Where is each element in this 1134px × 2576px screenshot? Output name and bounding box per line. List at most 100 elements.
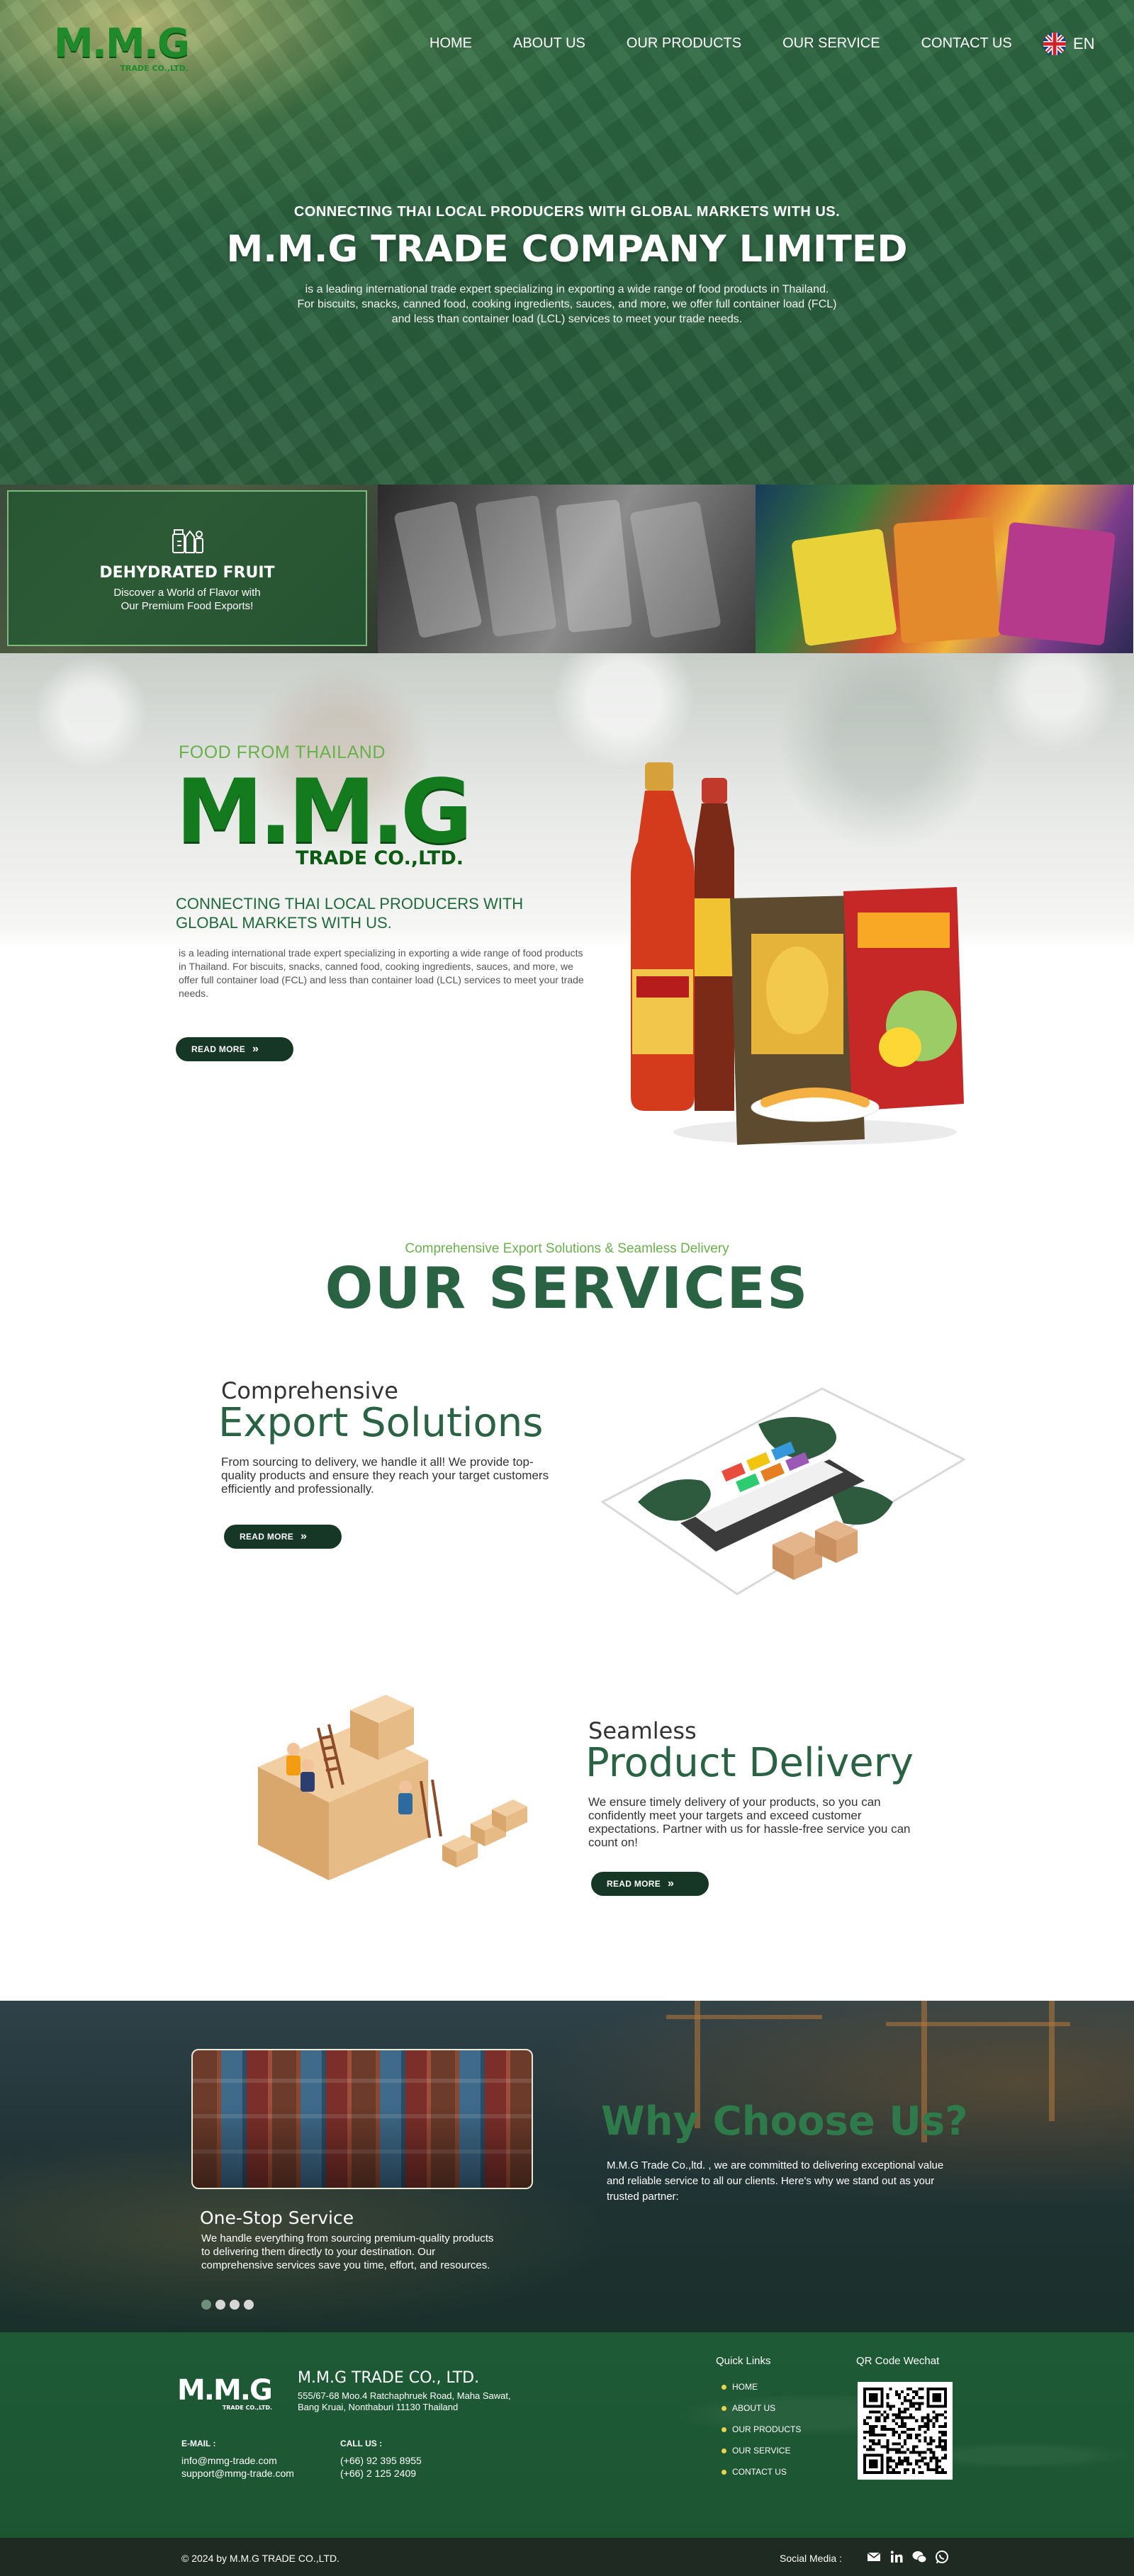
footer-logo-text: M.M.G: [177, 2374, 273, 2407]
quick-link-contact-us[interactable]: CONTACT US: [722, 2461, 801, 2482]
language-label: EN: [1073, 35, 1095, 52]
wechat-qr-code: [858, 2382, 953, 2480]
why-item-title: One-Stop Service: [200, 2208, 354, 2228]
hero-title: M.M.G TRADE COMPANY LIMITED: [226, 228, 908, 271]
snack-pack-image: [475, 495, 557, 638]
quick-links-title: Quick Links: [716, 2355, 771, 2367]
quick-link-label: HOME: [732, 2382, 758, 2392]
snack-pack-image: [893, 516, 1001, 644]
carousel-dot[interactable]: [201, 2300, 211, 2310]
bullet-icon: [722, 2384, 726, 2390]
phone-link[interactable]: (+66) 92 395 8955: [340, 2454, 422, 2467]
nav-contact-us[interactable]: CONTACT US: [921, 35, 1012, 52]
world-map-background: [0, 2332, 1134, 2538]
bullet-icon: [722, 2405, 726, 2411]
strip-title: DEHYDRATED FRUIT: [99, 564, 275, 582]
language-switcher[interactable]: EN: [1043, 33, 1095, 55]
carousel-dots: [201, 2300, 254, 2310]
service-1-read-more-button[interactable]: READ MORE »: [224, 1525, 342, 1549]
strip-panel-snack-packs[interactable]: [378, 485, 756, 653]
linkedin-icon[interactable]: [889, 2549, 904, 2565]
quick-link-label: OUR SERVICE: [732, 2446, 791, 2456]
footer-bottom-bar: [0, 2538, 1134, 2576]
nav-our-service[interactable]: OUR SERVICE: [782, 35, 880, 52]
quick-link-label: ABOUT US: [732, 2403, 776, 2413]
quick-link-home[interactable]: HOME: [722, 2376, 801, 2397]
whatsapp-icon[interactable]: [934, 2549, 950, 2565]
about-read-more-button[interactable]: READ MORE »: [176, 1037, 293, 1061]
footer-logo[interactable]: M.M.G TRADE CO.,LTD.: [177, 2376, 274, 2412]
wechat-icon[interactable]: [911, 2549, 927, 2565]
hero-desc-line: is a leading international trade expert …: [305, 283, 829, 295]
product-strip: DEHYDRATED FRUIT Discover a World of Fla…: [0, 485, 1134, 653]
snack-pack-image: [555, 499, 633, 633]
email-link[interactable]: info@mmg-trade.com: [181, 2454, 294, 2467]
service-1-description: From sourcing to delivery, we handle it …: [221, 1455, 549, 1496]
nav-about-us[interactable]: ABOUT US: [513, 35, 585, 52]
service-1-title: Export Solutions: [218, 1400, 544, 1446]
address-line: Bang Kruai, Nonthaburi 11130 Thailand: [298, 2402, 459, 2412]
copyright: © 2024 by M.M.G TRADE CO.,LTD.: [181, 2553, 339, 2564]
double-chevron-right-icon: »: [668, 1877, 675, 1889]
quick-link-label: OUR PRODUCTS: [732, 2424, 802, 2434]
header-logo[interactable]: M.M.G TRADE CO.,LTD.: [54, 21, 190, 77]
nav-our-products[interactable]: OUR PRODUCTS: [627, 35, 741, 52]
carousel-dot[interactable]: [215, 2300, 225, 2310]
strip-desc-line: Our Premium Food Exports!: [120, 600, 254, 612]
footer-company-name: M.M.G TRADE CO., LTD.: [298, 2369, 480, 2387]
export-map-illustration: [600, 1387, 967, 1595]
strip-desc-line: Discover a World of Flavor with: [113, 587, 261, 599]
service-2-read-more-button[interactable]: READ MORE »: [591, 1872, 709, 1896]
about-logo-text: M.M.G: [176, 761, 473, 863]
social-icons: [866, 2549, 950, 2565]
quick-link-label: CONTACT US: [732, 2467, 787, 2477]
why-item-description: We handle everything from sourcing premi…: [201, 2232, 494, 2271]
quick-link-our-service[interactable]: OUR SERVICE: [722, 2440, 801, 2461]
about-kicker: FOOD FROM THAILAND: [179, 742, 386, 762]
carousel-dot[interactable]: [244, 2300, 254, 2310]
why-choose-description: M.M.G Trade Co.,ltd. , we are committed …: [607, 2159, 944, 2203]
bullet-icon: [722, 2427, 726, 2432]
social-media-label: Social Media :: [780, 2553, 842, 2564]
port-crane-image: [666, 2015, 822, 2019]
bullet-icon: [722, 2469, 726, 2475]
snack-pack-image: [393, 500, 483, 639]
carousel-dot[interactable]: [230, 2300, 240, 2310]
snack-pack-image: [998, 521, 1116, 646]
about-logo: M.M.G TRADE CO.,LTD.: [176, 768, 473, 874]
logo-text: M.M.G: [54, 21, 190, 67]
main-nav: HOME ABOUT US OUR PRODUCTS OUR SERVICE C…: [430, 35, 1053, 52]
button-label: READ MORE: [240, 1532, 294, 1542]
logo-subtext: TRADE CO.,LTD.: [120, 64, 189, 73]
strip-panel-dehydrated-fruit[interactable]: DEHYDRATED FRUIT Discover a World of Fla…: [0, 485, 378, 653]
why-choose-title: Why Choose Us?: [601, 2098, 968, 2145]
email-link[interactable]: support@mmg-trade.com: [181, 2467, 294, 2480]
services-kicker: Comprehensive Export Solutions & Seamles…: [405, 1241, 729, 1256]
delivery-boxes-illustration: [258, 1695, 527, 1880]
double-chevron-right-icon: »: [252, 1043, 259, 1055]
photo-shade: [193, 2050, 532, 2188]
email-list: info@mmg-trade.com support@mmg-trade.com: [181, 2454, 294, 2480]
strip-card: DEHYDRATED FRUIT Discover a World of Fla…: [7, 490, 367, 646]
footer-address: 555/67-68 Moo.4 Ratchaphruek Road, Maha …: [298, 2390, 581, 2413]
about-description: is a leading international trade expert …: [179, 947, 584, 999]
hero-description: is a leading international trade expert …: [248, 282, 886, 327]
quick-link-about-us[interactable]: ABOUT US: [722, 2397, 801, 2419]
snack-pack-image: [791, 528, 897, 647]
double-chevron-right-icon: »: [301, 1530, 308, 1542]
address-line: 555/67-68 Moo.4 Ratchaphruek Road, Maha …: [298, 2390, 511, 2401]
container-port-photo: [191, 2049, 533, 2189]
mail-icon[interactable]: [866, 2549, 882, 2565]
phone-link[interactable]: (+66) 2 125 2409: [340, 2467, 422, 2480]
quick-links-list: HOME ABOUT US OUR PRODUCTS OUR SERVICE C…: [722, 2376, 801, 2482]
qr-code-icon: [863, 2388, 947, 2474]
nav-home[interactable]: HOME: [430, 35, 472, 52]
hero-desc-line: For biscuits, snacks, canned food, cooki…: [297, 298, 837, 310]
quick-link-our-products[interactable]: OUR PRODUCTS: [722, 2419, 801, 2440]
port-crane-image: [1049, 2001, 1055, 2121]
uk-flag-icon: [1043, 33, 1066, 55]
snack-pack-image: [629, 500, 722, 639]
strip-panel-bento-snacks[interactable]: [756, 485, 1133, 653]
service-2-description: We ensure timely delivery of your produc…: [588, 1795, 911, 1849]
footer-logo-subtext: TRADE CO.,LTD.: [222, 2405, 272, 2411]
